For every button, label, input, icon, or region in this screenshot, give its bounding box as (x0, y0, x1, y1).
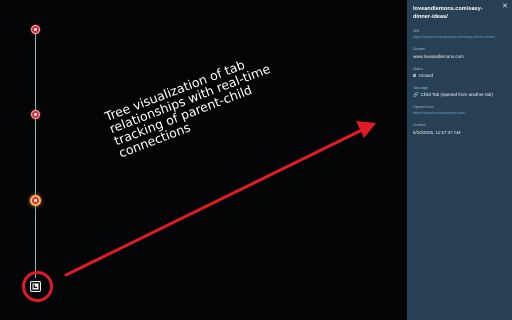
field-label: Tab origin (413, 85, 429, 90)
tab-node[interactable] (31, 25, 40, 34)
status-value: Closed (419, 72, 434, 78)
field-label: URL (413, 29, 421, 33)
url-field: URL https://www.loveandlemons.com/easy-d… (413, 29, 505, 39)
status-field: Status Closed (413, 67, 505, 78)
tab-tree-canvas[interactable]: Tree visualization of tab relationships … (0, 0, 407, 320)
status-row: Closed (413, 73, 505, 78)
field-label: Domain (413, 47, 426, 52)
field-label: Created (413, 123, 426, 128)
tab-origin-value: Child Tab (opened from another tab) (420, 92, 493, 98)
annotation-arrow (64, 121, 376, 277)
status-dot-icon (413, 73, 416, 77)
close-icon[interactable]: ✕ (502, 3, 508, 10)
opened-from-field: Opened from https://www.loveandlemons.co… (413, 105, 505, 115)
tab-node[interactable] (31, 110, 40, 119)
highlight-circle-annotation (22, 271, 53, 302)
created-value: 6/10/2025, 11:57:37 AM (413, 129, 461, 135)
created-field: Created 6/10/2025, 11:57:37 AM (413, 123, 505, 134)
tab-origin-field: Tab origin 🔗 Child Tab (opened from anot… (413, 86, 505, 97)
tab-origin-row: 🔗 Child Tab (opened from another tab) (413, 92, 505, 97)
tree-connector-line (35, 30, 36, 278)
tab-details-panel: ✕ loveandlemons.com/easy-dinner-ideas/ U… (407, 0, 512, 320)
tab-node-active[interactable] (30, 195, 41, 206)
opened-from-link[interactable]: https://www.loveandlemons.com/ (413, 111, 505, 115)
field-label: Status (413, 66, 423, 71)
domain-value: www.loveandlemons.com (413, 53, 464, 59)
annotation-caption: Tree visualization of tab relationships … (103, 39, 308, 161)
field-label: Opened from (413, 105, 434, 110)
link-icon: 🔗 (413, 92, 419, 98)
domain-field: Domain www.loveandlemons.com (413, 47, 505, 58)
url-link[interactable]: https://www.loveandlemons.com/easy-dinne… (413, 35, 505, 39)
panel-title: loveandlemons.com/easy-dinner-ideas/ (413, 6, 483, 20)
